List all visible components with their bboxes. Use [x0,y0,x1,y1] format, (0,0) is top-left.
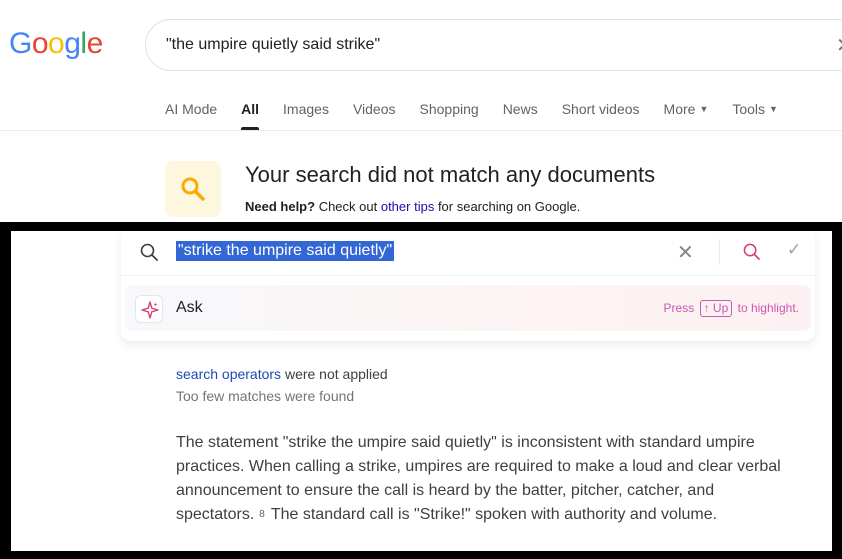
logo-letter: G [9,27,32,60]
logo-letter: g [64,27,81,60]
tab-more-label: More [663,101,696,117]
sparkle-icon [141,301,159,319]
arrow-up-icon: ↑ [703,301,710,315]
omnibox-input[interactable]: "strike the umpire said quietly" [176,241,395,261]
operators-text: were not applied [281,366,388,382]
tab-ai-mode[interactable]: AI Mode [165,101,217,131]
help-pre: Check out [315,199,381,214]
no-results-help: Need help? Check out other tips for sear… [245,199,580,214]
up-key-label: Up [712,301,729,315]
tab-news[interactable]: News [503,101,538,131]
citation-badge[interactable]: 8 [259,509,265,520]
hint-press: Press [663,301,695,315]
check-icon[interactable]: ✓ [787,240,801,260]
tab-all[interactable]: All [241,101,259,131]
ai-answer: The statement "strike the umpire said qu… [176,431,816,527]
keyboard-hint: Press ↑ Up to highlight. [664,300,799,317]
search-icon [181,177,205,201]
search-input[interactable]: "the umpire quietly said strike" [166,36,380,54]
caret-down-icon: ▼ [699,104,709,114]
sparkle-icon-tile [135,295,163,323]
operators-notice: search operators were not applied [176,366,388,382]
search-operators-link[interactable]: search operators [176,366,281,382]
ask-label: Ask [176,299,203,316]
search-box[interactable]: "the umpire quietly said strike" ✕ [145,19,842,71]
caret-down-icon: ▼ [769,104,778,114]
search-icon-tile [165,161,221,217]
divider [719,239,720,265]
other-tips-link[interactable]: other tips [381,199,434,214]
tab-videos[interactable]: Videos [353,101,396,131]
tab-tools-label: Tools [732,101,766,117]
tab-more[interactable]: More ▼ [664,101,709,131]
omnibox-dropdown: "strike the umpire said quietly" ✕ ✓ Ask… [121,231,815,341]
help-bold: Need help? [245,199,316,214]
google-logo[interactable]: Google [9,27,103,61]
tab-tools[interactable]: Tools ▼ [732,101,778,131]
close-icon[interactable]: ✕ [677,240,694,265]
search-icon [140,243,158,261]
tab-shopping[interactable]: Shopping [420,101,479,131]
no-results-title: Your search did not match any documents [245,162,656,187]
tabs-divider [0,130,842,131]
search-icon[interactable] [743,243,760,260]
answer-text-2: The standard call is "Strike!" spoken wi… [270,506,718,523]
hint-post: to highlight. [737,301,799,315]
close-icon[interactable]: ✕ [836,33,842,58]
logo-letter: o [31,27,49,60]
tab-short-videos[interactable]: Short videos [562,101,640,131]
ask-suggestion[interactable]: Ask Press ↑ Up to highlight. [125,285,811,331]
logo-letter: e [86,27,104,60]
help-post: for searching on Google. [434,199,581,214]
few-matches-notice: Too few matches were found [176,388,355,404]
search-tabs: AI Mode All Images Videos Shopping News … [165,101,802,131]
logo-letter: o [48,27,65,60]
divider [121,275,815,276]
tab-images[interactable]: Images [283,101,329,131]
up-key: ↑ Up [699,300,733,317]
